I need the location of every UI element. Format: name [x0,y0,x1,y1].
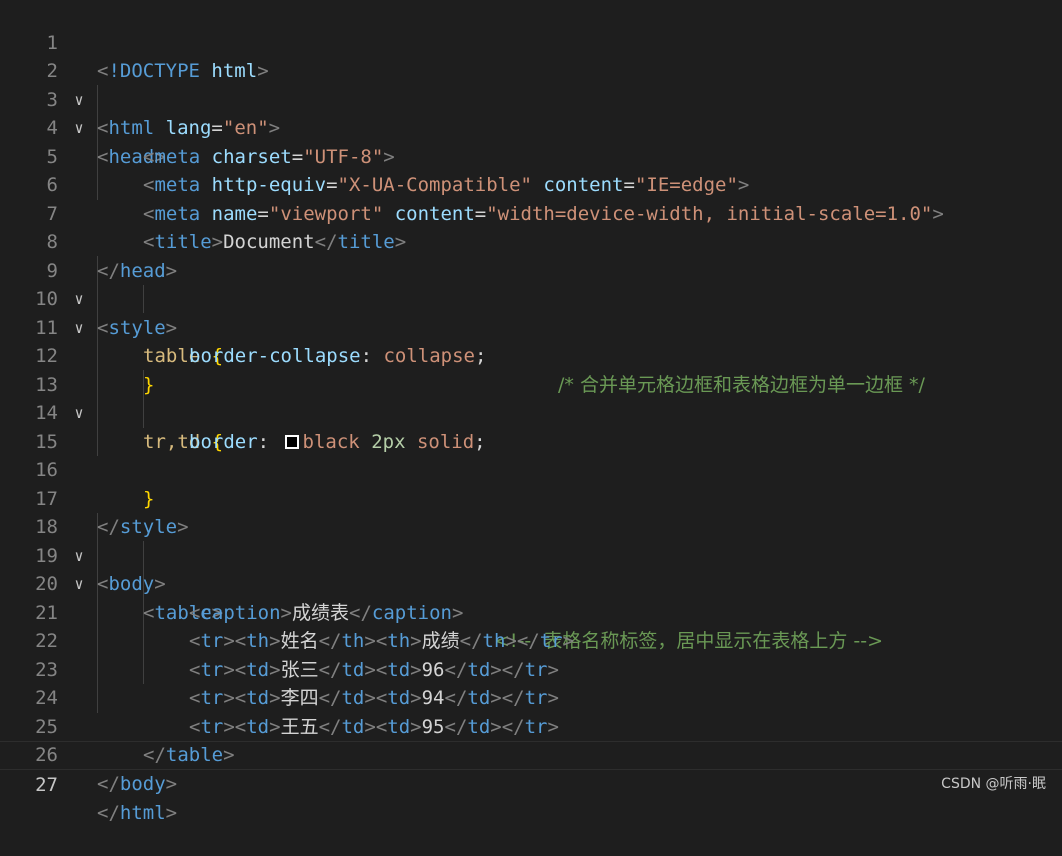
code-line[interactable]: 7 <title>Document</title> [0,171,1062,254]
tag-bracket: </ [97,772,120,795]
code-line[interactable]: 17 </style> [0,456,1062,539]
code-line[interactable]: 16 } [0,428,1062,510]
code-line[interactable]: 26 </body> [0,713,1062,795]
line-number: 27 [35,773,58,796]
watermark: CSDN @听雨·眠 [941,776,1046,792]
code-line[interactable]: 1 <!DOCTYPE html> [0,0,1062,83]
code-line[interactable]: 24 <tr><td>王五</td><td>95</td></tr> [0,656,1062,738]
tag-name: body [119,772,166,795]
code-line[interactable]: 12 } [0,314,1062,396]
code-editor[interactable]: 1 <!DOCTYPE html> 2 ∨ <html lang="en"> 3… [0,0,1062,824]
code-line[interactable]: 5 <meta http-equiv="X-UA-Compatible" con… [0,114,1062,197]
code-line[interactable]: 20 <caption>成绩表</caption> <!-- 表格名称标签，居中… [0,542,1062,652]
code-line[interactable]: 10 ∨ table { [0,257,1062,367]
tag-bracket: </ [97,802,120,824]
code-line[interactable]: 11 border-collapse: collapse; /* 合并单元格边框… [0,285,1062,396]
code-line[interactable]: 9 ∨ <style> [0,228,1062,339]
code-line[interactable]: 18 ∨ <body> [0,485,1062,595]
tag-name: html [119,802,166,824]
code-line[interactable]: 8 </head> [0,200,1062,282]
code-line[interactable]: 21 <tr><th>姓名</th><th>成绩</th></tr> [0,570,1062,653]
code-line[interactable]: 19 ∨ <table> [0,513,1062,624]
code-line[interactable]: 4 <meta charset="UTF-8"> [0,86,1062,168]
tag-bracket: > [165,802,178,824]
code-line-current[interactable]: 27 </html> [0,741,1062,824]
code-line[interactable]: 6 <meta name="viewport" content="width=d… [0,143,1062,225]
code-line[interactable]: 14 border: black 2px solid; [0,371,1062,453]
code-line[interactable]: 13 ∨ tr,td { [0,342,1062,453]
code-line[interactable]: 3 ∨ <head> [0,57,1062,168]
code-line[interactable]: 2 ∨ <html lang="en"> [0,29,1062,139]
code-line[interactable]: 25 </table> [0,684,1062,767]
code-line[interactable]: 23 <tr><td>李四</td><td>94</td></tr> [0,627,1062,710]
code-line[interactable]: 22 <tr><td>张三</td><td>96</td></tr> [0,599,1062,681]
tag-bracket: > [165,772,178,795]
code-line[interactable]: 15 [0,399,1062,453]
